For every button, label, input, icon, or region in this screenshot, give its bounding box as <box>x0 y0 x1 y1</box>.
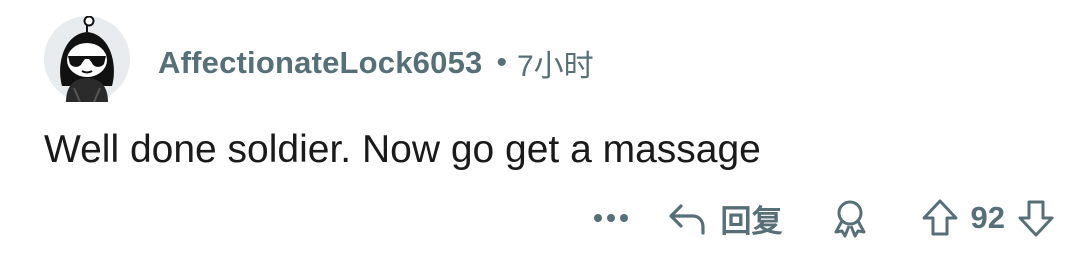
upvote-arrow-icon <box>922 199 958 236</box>
vote-controls: 92 <box>921 198 1055 238</box>
reply-label: 回复 <box>720 203 783 239</box>
upvote-button[interactable] <box>921 198 959 238</box>
vote-score: 92 <box>970 200 1005 235</box>
avatar-image <box>44 15 130 103</box>
user-avatar[interactable] <box>44 15 130 103</box>
timestamp: 7小时 <box>516 50 594 83</box>
reply-button[interactable]: 回复 <box>667 196 783 241</box>
award-button[interactable] <box>831 198 869 238</box>
comment-text: Well done soldier. Now go get a massage <box>44 128 761 171</box>
downvote-arrow-icon <box>1018 200 1054 237</box>
more-options-button[interactable] <box>583 192 639 244</box>
comment-header: AffectionateLock6053 • 7小时 <box>158 40 594 86</box>
comment-action-bar: 回复 92 <box>583 192 1055 244</box>
award-icon <box>834 200 866 238</box>
username-link[interactable]: AffectionateLock6053 <box>158 45 482 81</box>
meta-separator: • <box>496 46 507 79</box>
more-horizontal-icon <box>593 214 628 222</box>
reply-arrow-icon <box>668 204 705 235</box>
downvote-button[interactable] <box>1017 198 1055 238</box>
